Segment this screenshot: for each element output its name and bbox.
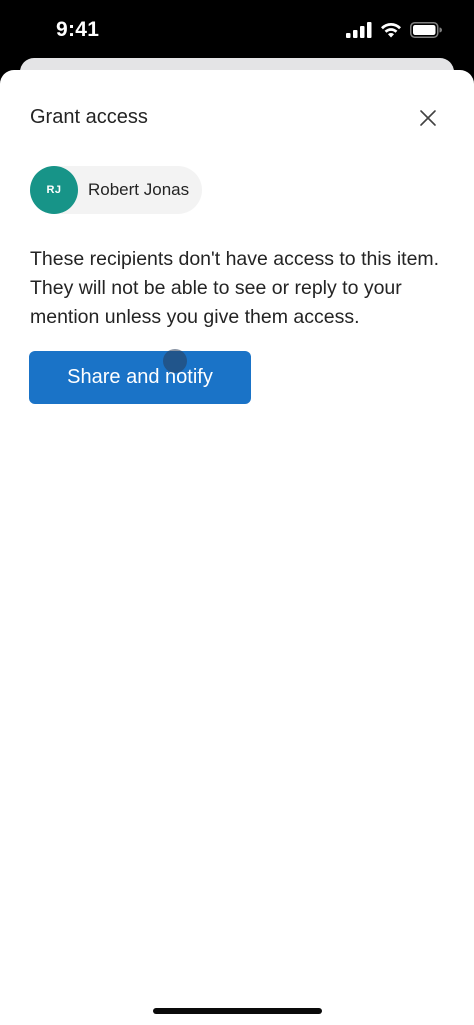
status-icons [346, 22, 442, 38]
cellular-signal-icon [346, 22, 372, 38]
access-message: These recipients don't have access to th… [30, 248, 440, 328]
battery-icon [410, 22, 442, 38]
close-button[interactable] [416, 106, 440, 130]
home-indicator [153, 1008, 322, 1014]
touch-indicator [163, 349, 187, 373]
wifi-icon [381, 22, 401, 38]
screen: 9:41 Grant access RJ Robert Jonas These … [0, 0, 474, 1025]
share-and-notify-button[interactable]: Share and notify [29, 351, 251, 404]
grant-access-sheet: Grant access RJ Robert Jonas These recip… [0, 70, 474, 1025]
recipient-chip[interactable]: RJ Robert Jonas [30, 166, 202, 214]
recipient-name: Robert Jonas [88, 180, 190, 199]
close-icon [420, 110, 436, 126]
status-time: 9:41 [56, 18, 100, 41]
status-bar: 9:41 [0, 0, 474, 64]
avatar: RJ [30, 166, 78, 214]
sheet-title: Grant access [30, 106, 148, 128]
